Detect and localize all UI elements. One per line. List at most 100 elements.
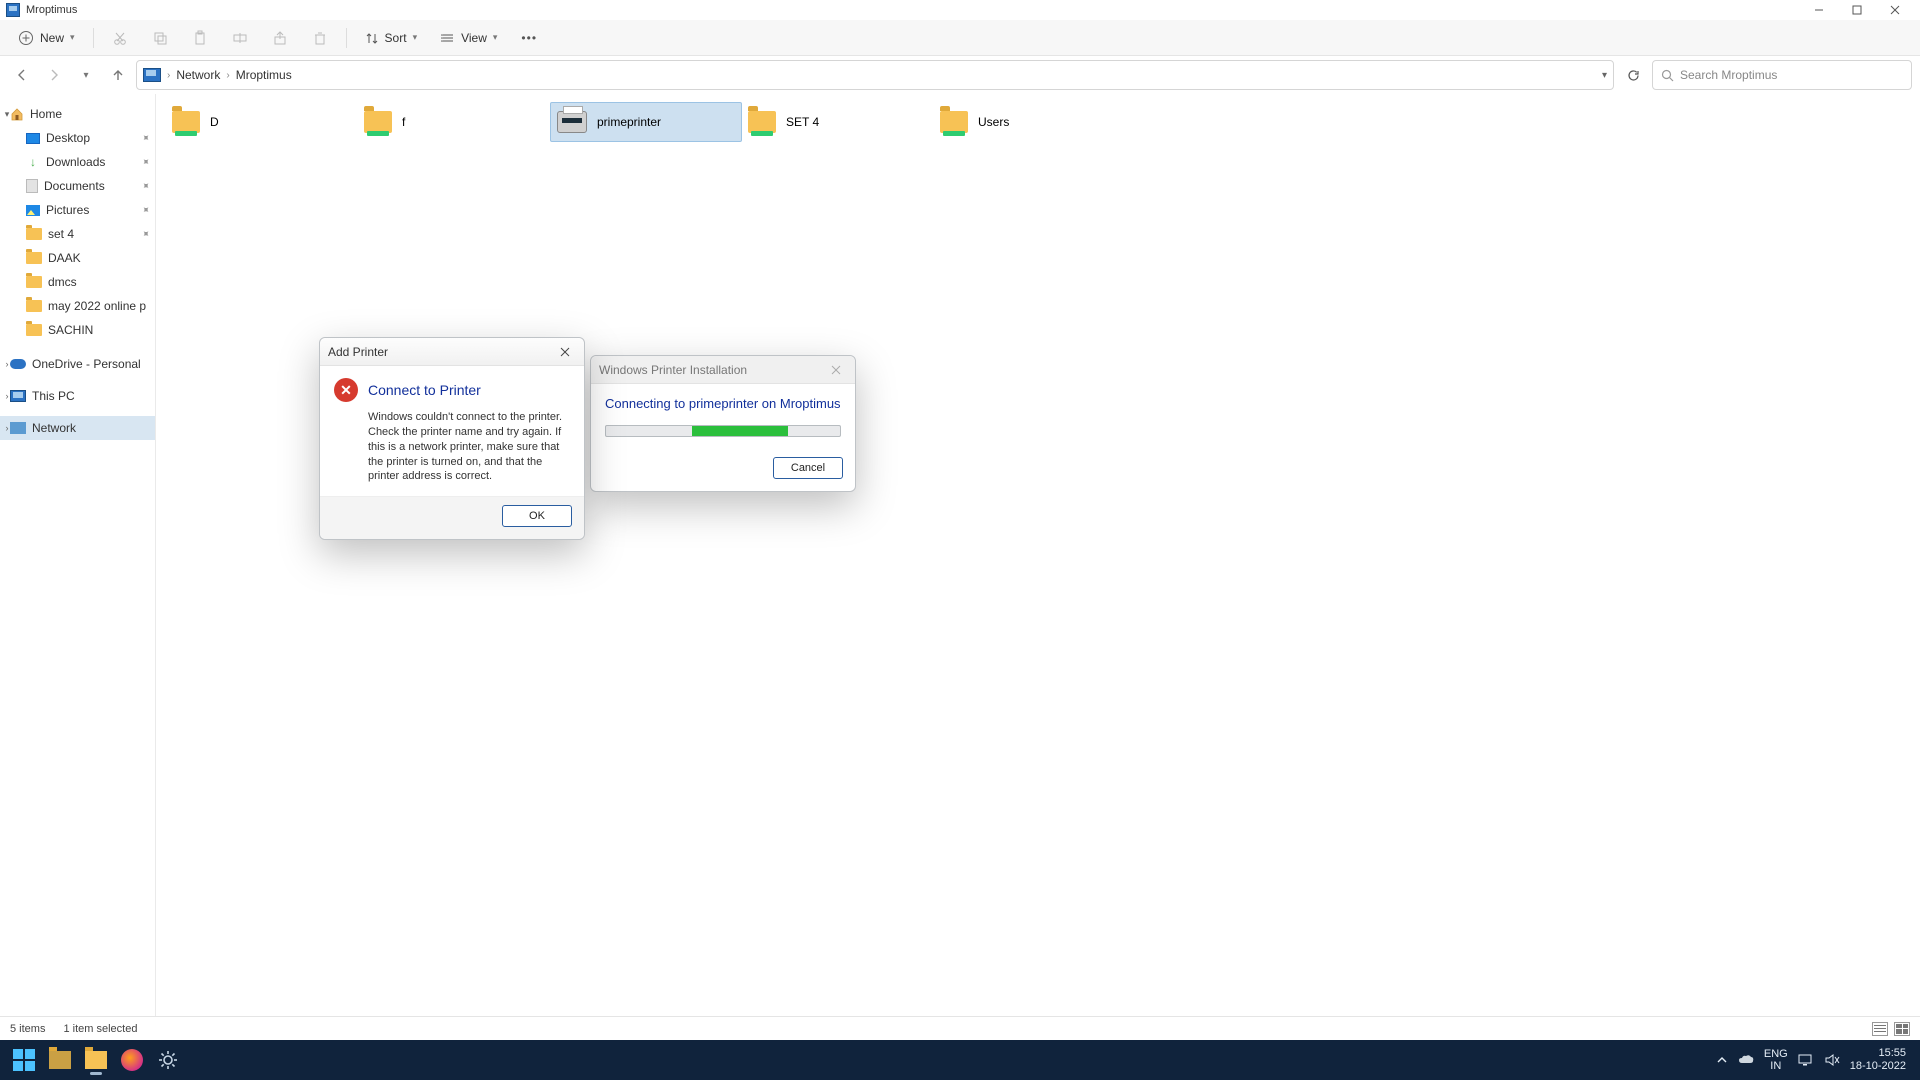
folder-icon xyxy=(26,300,42,312)
clock[interactable]: 15:55 18-10-2022 xyxy=(1850,1047,1906,1073)
cut-button[interactable] xyxy=(104,24,136,52)
rename-icon xyxy=(232,30,248,46)
sidebar-item-sachin[interactable]: SACHIN xyxy=(0,318,155,342)
chevron-down-icon[interactable]: ▾ xyxy=(2,109,12,120)
forward-button[interactable] xyxy=(40,61,68,89)
error-body: Windows couldn't connect to the printer.… xyxy=(334,410,570,484)
copy-button[interactable] xyxy=(144,24,176,52)
sidebar-item-pictures[interactable]: Pictures✦ xyxy=(0,198,155,222)
folder-icon xyxy=(26,228,42,240)
breadcrumb-network[interactable]: Network xyxy=(176,68,220,82)
tray-overflow-button[interactable] xyxy=(1716,1054,1728,1066)
sidebar-item-documents[interactable]: Documents✦ xyxy=(0,174,155,198)
status-selected: 1 item selected xyxy=(63,1023,137,1035)
close-button[interactable] xyxy=(825,360,847,380)
list-item[interactable]: SET 4 xyxy=(742,102,934,142)
sidebar-item-home[interactable]: ▾ Home xyxy=(0,102,155,126)
sidebar-item-downloads[interactable]: ↓Downloads✦ xyxy=(0,150,155,174)
item-label: SET 4 xyxy=(786,115,819,129)
paste-button[interactable] xyxy=(184,24,216,52)
ok-button[interactable]: OK xyxy=(502,505,572,527)
list-item[interactable]: Users xyxy=(934,102,1126,142)
list-item[interactable]: D xyxy=(166,102,358,142)
chevron-down-icon: ▾ xyxy=(70,32,75,43)
sidebar-item-may2022[interactable]: may 2022 online p xyxy=(0,294,155,318)
new-button[interactable]: New ▾ xyxy=(10,24,83,52)
close-window-button[interactable] xyxy=(1876,0,1914,20)
sidebar-label: SACHIN xyxy=(48,323,93,337)
content-area[interactable]: D f primeprinter SET 4 Users xyxy=(156,94,1920,1016)
chevron-down-icon[interactable]: ▾ xyxy=(1602,70,1607,81)
sidebar-item-network[interactable]: ›Network xyxy=(0,416,155,440)
status-count: 5 items xyxy=(10,1023,45,1035)
refresh-button[interactable] xyxy=(1618,60,1648,90)
system-tray: ENG IN 15:55 18-10-2022 xyxy=(1716,1047,1914,1073)
firefox-icon xyxy=(121,1049,143,1071)
sidebar-item-daak[interactable]: DAAK xyxy=(0,246,155,270)
sidebar-item-set4[interactable]: set 4✦ xyxy=(0,222,155,246)
sort-label: Sort xyxy=(385,31,407,45)
sidebar: ▾ Home Desktop✦ ↓Downloads✦ Documents✦ P… xyxy=(0,94,156,1016)
network-tray-icon[interactable] xyxy=(1798,1053,1814,1067)
sidebar-label: Documents xyxy=(44,179,105,193)
pin-icon: ✦ xyxy=(138,203,152,217)
chevron-right-icon[interactable]: › xyxy=(2,359,12,369)
chevron-down-icon: ▾ xyxy=(83,70,88,81)
sidebar-item-onedrive[interactable]: ›OneDrive - Personal xyxy=(0,352,155,376)
lang-secondary: IN xyxy=(1764,1060,1788,1072)
sidebar-item-dmcs[interactable]: dmcs xyxy=(0,270,155,294)
view-label: View xyxy=(461,31,487,45)
computer-icon xyxy=(10,390,26,402)
sidebar-label: This PC xyxy=(32,389,75,403)
more-button[interactable]: ••• xyxy=(513,24,545,52)
onedrive-tray-icon[interactable] xyxy=(1738,1054,1754,1066)
window-titlebar: Mroptimus xyxy=(0,0,1920,20)
item-label: Users xyxy=(978,115,1009,129)
address-bar[interactable]: › Network › Mroptimus ▾ xyxy=(136,60,1614,90)
list-item[interactable]: f xyxy=(358,102,550,142)
maximize-button[interactable] xyxy=(1838,0,1876,20)
dialog-titlebar[interactable]: Windows Printer Installation xyxy=(591,356,855,384)
details-view-button[interactable] xyxy=(1872,1022,1888,1036)
delete-button[interactable] xyxy=(304,24,336,52)
sidebar-item-thispc[interactable]: ›This PC xyxy=(0,384,155,408)
paste-icon xyxy=(192,30,208,46)
list-item[interactable]: primeprinter xyxy=(550,102,742,142)
back-button[interactable] xyxy=(8,61,36,89)
dialog-titlebar[interactable]: Add Printer xyxy=(320,338,584,366)
gear-icon xyxy=(157,1049,179,1071)
copy-icon xyxy=(152,30,168,46)
rename-button[interactable] xyxy=(224,24,256,52)
sort-button[interactable]: Sort ▾ xyxy=(357,24,426,52)
close-button[interactable] xyxy=(554,342,576,362)
minimize-button[interactable] xyxy=(1800,0,1838,20)
taskbar-explorer[interactable] xyxy=(80,1044,112,1076)
cancel-button[interactable]: Cancel xyxy=(773,457,843,479)
up-button[interactable] xyxy=(104,61,132,89)
chevron-down-icon: ▾ xyxy=(413,32,418,43)
new-label: New xyxy=(40,31,64,45)
share-button[interactable] xyxy=(264,24,296,52)
sidebar-label: dmcs xyxy=(48,275,77,289)
plus-circle-icon xyxy=(18,30,34,46)
explorer-icon xyxy=(85,1051,107,1069)
sidebar-item-desktop[interactable]: Desktop✦ xyxy=(0,126,155,150)
start-button[interactable] xyxy=(8,1044,40,1076)
cloud-icon xyxy=(10,359,26,369)
icons-view-button[interactable] xyxy=(1894,1022,1910,1036)
breadcrumb-location[interactable]: Mroptimus xyxy=(236,68,292,82)
taskbar-app[interactable] xyxy=(44,1044,76,1076)
volume-tray-icon[interactable] xyxy=(1824,1053,1840,1067)
recent-button[interactable]: ▾ xyxy=(72,61,100,89)
taskbar-firefox[interactable] xyxy=(116,1044,148,1076)
search-input[interactable]: Search Mroptimus xyxy=(1652,60,1912,90)
folder-icon xyxy=(49,1051,71,1069)
home-icon xyxy=(10,107,24,121)
sidebar-label: Home xyxy=(30,107,62,121)
windows-icon xyxy=(13,1049,35,1071)
separator xyxy=(346,28,347,48)
view-button[interactable]: View ▾ xyxy=(433,24,505,52)
taskbar-settings[interactable] xyxy=(152,1044,184,1076)
language-indicator[interactable]: ENG IN xyxy=(1764,1048,1788,1072)
app-icon xyxy=(6,3,20,17)
